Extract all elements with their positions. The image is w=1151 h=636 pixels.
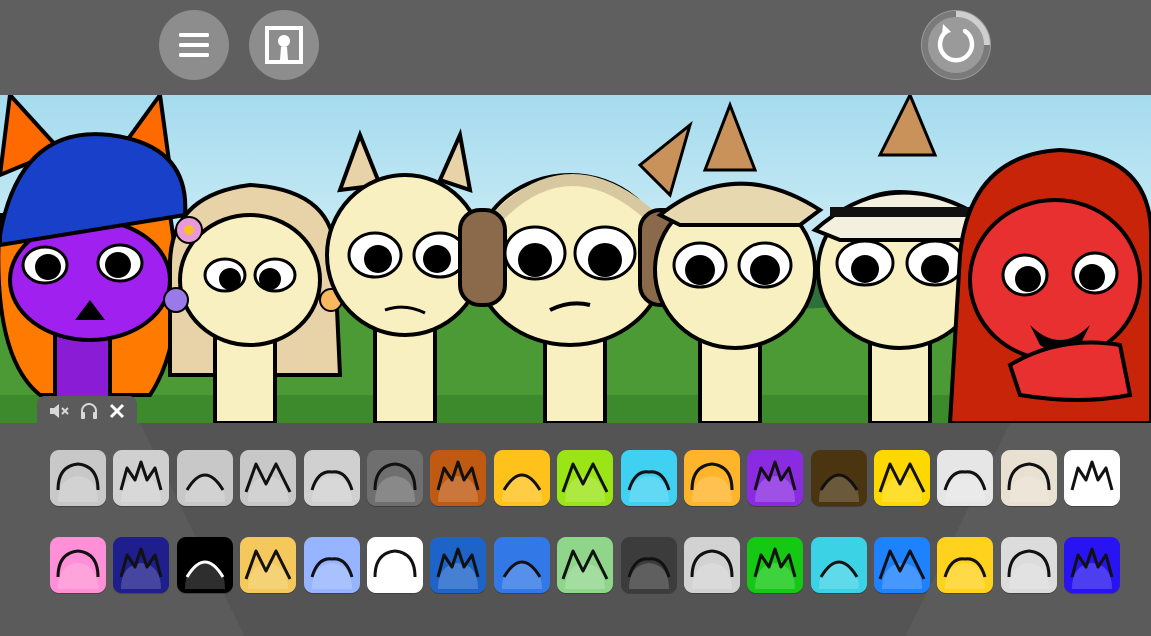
refresh-icon: [922, 11, 990, 79]
antenna-headband-icon: [56, 462, 100, 502]
yellow-crown-icon: [244, 549, 292, 589]
cloud-hair-icon: [310, 470, 353, 502]
sound-tile-black-bench[interactable]: [176, 537, 233, 593]
sound-tile-yellow-scribble[interactable]: [874, 450, 931, 506]
sound-tile-bucket-hat[interactable]: [430, 450, 487, 506]
sound-tile-blue-cap[interactable]: [303, 537, 360, 593]
red-hair-character[interactable]: [947, 147, 1151, 423]
top-toolbar: [0, 0, 1151, 95]
sound-tile-blue-box[interactable]: [493, 537, 550, 593]
sound-row-2: [50, 537, 1121, 593]
sound-tile-white-cat-ears[interactable]: [1064, 450, 1121, 506]
black-bench-icon: [184, 560, 225, 589]
sound-tile-blue-headphones[interactable]: [620, 450, 677, 506]
cyan-fluff-icon: [818, 560, 859, 589]
mute-speaker-icon: [49, 404, 69, 418]
sound-tile-blue-crown[interactable]: [430, 537, 487, 593]
sound-tile-cyan-fluff[interactable]: [810, 537, 867, 593]
bucket-hat-icon: [436, 460, 480, 502]
green-scene-icon: [561, 549, 609, 589]
sound-tile-spiky-crown[interactable]: [113, 450, 170, 506]
sound-tile-antenna-headband[interactable]: [50, 450, 106, 506]
purple-horns-icon: [753, 460, 797, 502]
halo-icon: [184, 473, 225, 502]
blue-crown-icon: [436, 547, 480, 589]
blue-fluff-icon: [878, 549, 926, 589]
purple-cat-cap-character[interactable]: [0, 95, 188, 423]
sound-tile-yellow-crown[interactable]: [240, 537, 297, 593]
sound-row-1: [50, 450, 1121, 506]
green-fluff-icon: [753, 547, 797, 589]
notebook-paper-icon: [373, 549, 417, 589]
bunny-ears-icon: [56, 549, 100, 589]
blue-headphones-icon: [627, 470, 670, 502]
sound-tile-white-fluff[interactable]: [683, 537, 740, 593]
sound-tile-propeller-cap[interactable]: [1000, 450, 1057, 506]
sound-tile-halo[interactable]: [176, 450, 233, 506]
visor-antenna-icon: [244, 462, 292, 502]
indigo-spikes-icon: [1070, 547, 1114, 589]
solo-button[interactable]: [80, 402, 98, 420]
sound-tile-green-spikes[interactable]: [557, 450, 614, 506]
yellow-scribble-icon: [878, 462, 926, 502]
audio-controls: [37, 396, 137, 426]
menu-button[interactable]: [159, 10, 229, 80]
goggles-icon: [501, 473, 542, 502]
sound-tile-green-fluff[interactable]: [747, 537, 804, 593]
character-stage: [0, 95, 1151, 423]
grey-hat-icon: [944, 470, 987, 502]
character-portrait-icon: [265, 26, 303, 64]
grey-fluff-icon: [1007, 549, 1051, 589]
sound-tile-grey-fluff[interactable]: [1000, 537, 1057, 593]
white-fluff-icon: [690, 549, 734, 589]
green-spikes-icon: [561, 462, 609, 502]
sound-tile-bunny-ears[interactable]: [50, 537, 106, 593]
orange-sun-icon: [690, 462, 734, 502]
sound-tile-green-scene[interactable]: [557, 537, 614, 593]
remove-button[interactable]: [109, 403, 125, 419]
sound-tile-navy-arch[interactable]: [113, 537, 170, 593]
sound-tile-goggles[interactable]: [493, 450, 550, 506]
sound-tile-purple-horns[interactable]: [747, 450, 804, 506]
propeller-cap-icon: [1007, 462, 1051, 502]
cat-photo-icon: [627, 557, 670, 589]
navy-arch-icon: [119, 547, 163, 589]
sound-tile-cloud-hair[interactable]: [303, 450, 360, 506]
white-cat-ears-icon: [1070, 460, 1114, 502]
sound-tile-grey-hat[interactable]: [937, 450, 994, 506]
hamburger-menu-icon: [179, 33, 209, 57]
close-icon: [110, 403, 125, 419]
sound-tile-indigo-spikes[interactable]: [1064, 537, 1121, 593]
headphones-icon: [80, 403, 97, 419]
sound-tile-notebook-paper[interactable]: [366, 537, 423, 593]
blue-cap-icon: [310, 557, 353, 589]
sound-tile-orange-sun[interactable]: [683, 450, 740, 506]
spiky-crown-icon: [119, 460, 163, 502]
brown-blob-icon: [818, 473, 859, 502]
mute-button[interactable]: [49, 402, 69, 420]
sound-tile-blue-fluff[interactable]: [874, 537, 931, 593]
portrait-button[interactable]: [249, 10, 319, 80]
yellow-fluff-icon: [944, 557, 987, 589]
sound-tile-visor-antenna[interactable]: [240, 450, 297, 506]
sound-tile-brown-blob[interactable]: [810, 450, 867, 506]
cat-ears-icon: [373, 462, 417, 502]
reset-button[interactable]: [921, 10, 991, 80]
blue-box-icon: [501, 560, 542, 589]
sound-tile-cat-ears[interactable]: [366, 450, 423, 506]
sound-tile-cat-photo[interactable]: [620, 537, 677, 593]
sound-tile-yellow-fluff[interactable]: [937, 537, 994, 593]
